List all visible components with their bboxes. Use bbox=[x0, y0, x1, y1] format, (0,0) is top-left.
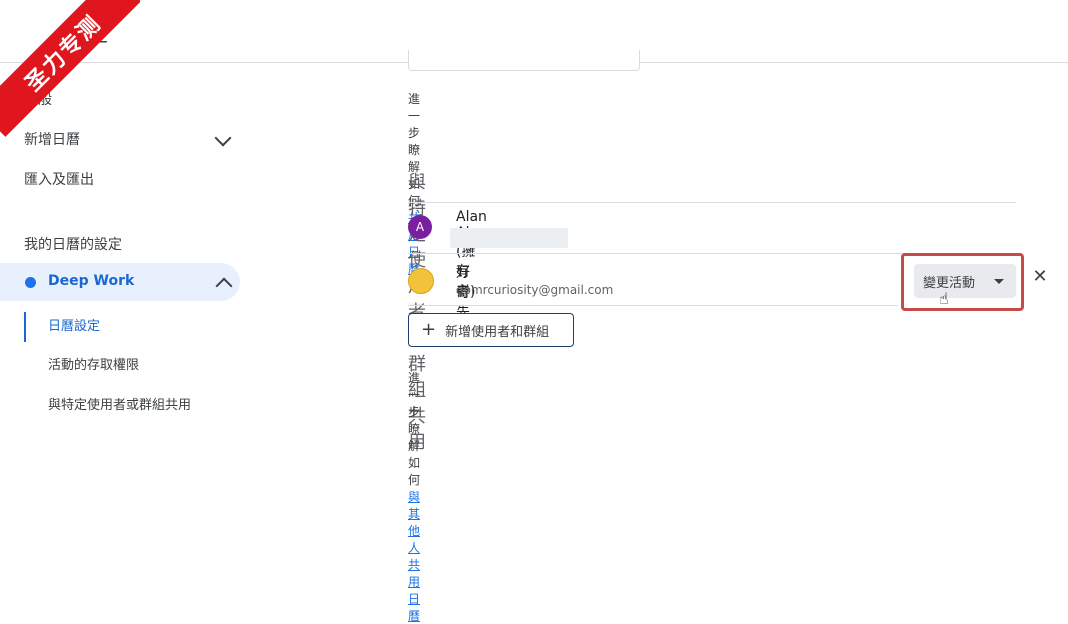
user-avatar bbox=[408, 268, 434, 294]
section-divider bbox=[408, 202, 1016, 203]
permission-dropdown[interactable]: 變更活動 bbox=[914, 264, 1016, 298]
dropdown-caret-icon bbox=[994, 279, 1004, 284]
row-divider-2 bbox=[408, 305, 898, 306]
share-link-field[interactable] bbox=[408, 50, 640, 71]
sidebar-item-import-export[interactable]: 匯入及匯出 bbox=[24, 169, 94, 189]
add-people-label: 新增使用者和群組 bbox=[445, 324, 550, 340]
plus-icon: + bbox=[421, 319, 437, 340]
permission-value: 變更活動 bbox=[923, 275, 976, 291]
user-email: gomrcuriosity@gmail.com bbox=[456, 283, 614, 297]
calendar-name: Deep Work bbox=[48, 273, 135, 289]
remove-user-button[interactable]: ✕ bbox=[1031, 266, 1049, 287]
sidebar-calendar-deep-work[interactable]: Deep Work bbox=[0, 263, 240, 301]
add-people-button[interactable]: + 新增使用者和群組 bbox=[408, 313, 574, 347]
owner-avatar: A bbox=[408, 215, 432, 239]
learn-more-share-others-text: 進一步瞭解如何與其他人共用日曆 bbox=[408, 369, 420, 624]
chevron-down-icon[interactable] bbox=[214, 129, 232, 147]
learn-more-prefix-2: 進一步瞭解如何 bbox=[408, 371, 421, 487]
share-with-others-link[interactable]: 與其他人共用日曆 bbox=[408, 490, 420, 623]
redacted-email bbox=[450, 228, 568, 248]
active-indicator bbox=[24, 312, 26, 342]
hand-cursor-icon: ☝ bbox=[939, 289, 949, 308]
sidebar-sub-item-calendar-settings[interactable]: 日曆設定 bbox=[48, 315, 100, 334]
chevron-up-icon[interactable] bbox=[215, 277, 233, 295]
calendar-color-dot bbox=[25, 277, 36, 288]
my-calendars-settings-heading: 我的日曆的設定 bbox=[24, 237, 122, 253]
sidebar-sub-item-event-access[interactable]: 活動的存取權限 bbox=[48, 354, 139, 373]
watermark-text: 圣力专测 bbox=[0, 0, 140, 137]
watermark-ribbon: 圣力专测 bbox=[0, 0, 140, 140]
sidebar-sub-item-share-specific[interactable]: 與特定使用者或群組共用 bbox=[48, 394, 191, 413]
